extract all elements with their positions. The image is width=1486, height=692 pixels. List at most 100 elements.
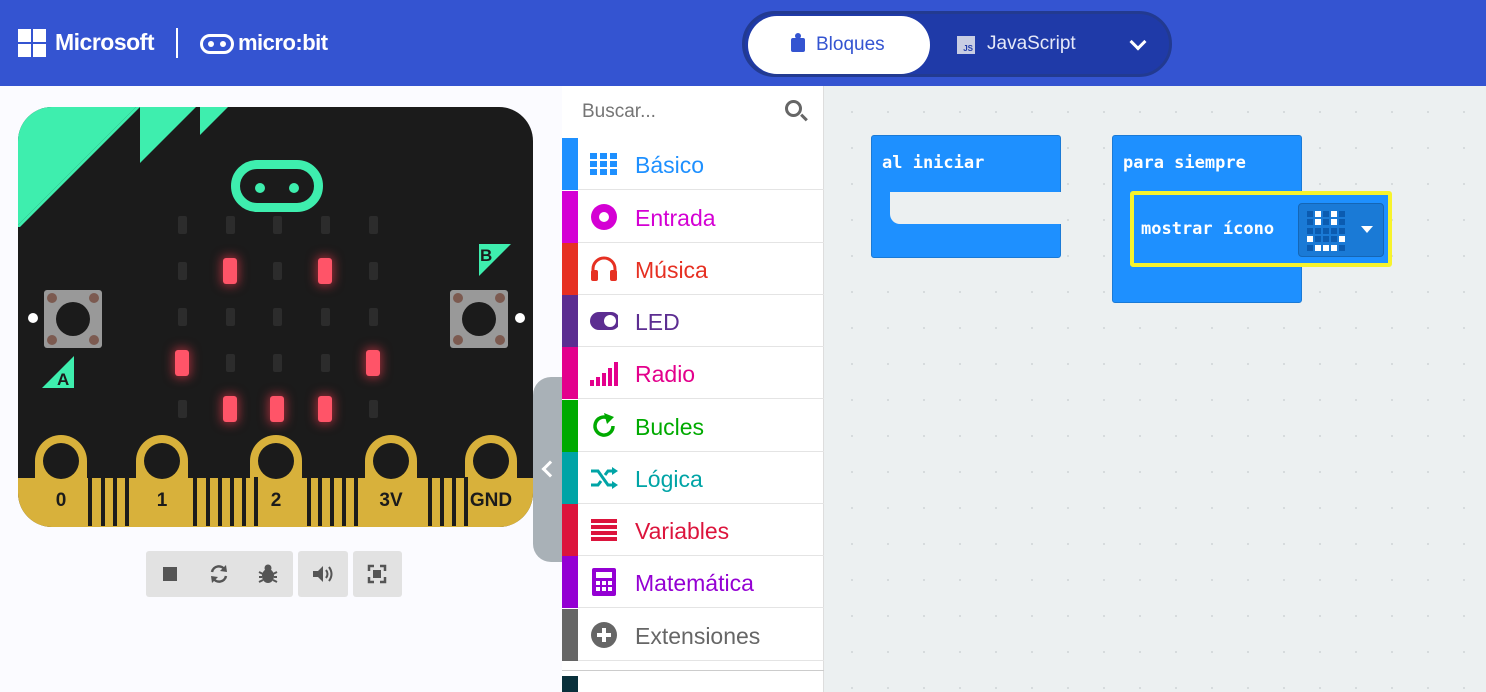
category-music[interactable]: Música <box>562 243 824 295</box>
icon-pixel <box>1307 227 1313 234</box>
grid-icon <box>590 150 618 178</box>
led-on <box>223 396 237 422</box>
fullscreen-icon <box>367 564 387 584</box>
led-on <box>318 396 332 422</box>
pin-label-0: 0 <box>55 490 67 511</box>
edge-connector-line <box>101 477 105 526</box>
icon-pixel <box>1331 244 1337 251</box>
edge-connector-line <box>428 477 432 526</box>
category-label: Entrada <box>635 205 716 231</box>
icon-dropdown[interactable] <box>1298 203 1384 257</box>
on-start-block[interactable]: al iniciar <box>871 135 1062 258</box>
caret-down-icon <box>1361 226 1373 233</box>
icon-pixel <box>1339 236 1345 243</box>
editor-toggle: Bloques JS JavaScript <box>742 11 1172 77</box>
search-icon[interactable] <box>785 100 802 117</box>
collapse-simulator-button[interactable] <box>533 377 562 562</box>
category-led[interactable]: LED <box>562 295 824 347</box>
tab-javascript[interactable]: JavaScript <box>987 33 1076 55</box>
icon-pixel <box>1339 219 1345 226</box>
led-off <box>368 308 378 326</box>
edge-connector-line <box>354 477 358 526</box>
edge-connector-line <box>230 477 234 526</box>
icon-pixel <box>1315 244 1321 251</box>
microbit-brand[interactable]: micro:bit <box>238 30 328 56</box>
simulator-controls <box>146 551 293 597</box>
chevron-left-icon <box>541 460 559 478</box>
led-on <box>318 258 332 284</box>
category-basic[interactable]: Básico <box>562 138 824 190</box>
category-logic[interactable]: Lógica <box>562 452 824 504</box>
led-off <box>272 262 282 280</box>
icon-pixel <box>1307 244 1313 251</box>
chevron-down-icon[interactable] <box>1129 33 1147 51</box>
toolbox-scroll-indicator <box>562 676 578 692</box>
led-off <box>368 216 378 234</box>
category-radio[interactable]: Radio <box>562 347 824 399</box>
edge-connector-line <box>206 477 210 526</box>
refresh-icon <box>590 412 618 440</box>
debug-button[interactable] <box>244 551 292 597</box>
led-on <box>366 350 380 376</box>
edge-connector-line <box>318 477 322 526</box>
edge-connector-line <box>193 477 197 526</box>
microbit-simulator: A B 0 1 2 3V GND <box>18 107 533 527</box>
icon-pixel <box>1323 236 1329 243</box>
led-off <box>177 262 187 280</box>
category-extensions[interactable]: Extensiones <box>562 609 824 661</box>
edge-connector-line <box>440 477 444 526</box>
button-a-indicator <box>28 313 38 323</box>
show-icon-block[interactable]: mostrar ícono <box>1130 191 1392 267</box>
led-off <box>272 216 282 234</box>
mute-button[interactable] <box>299 551 347 597</box>
button-b[interactable] <box>450 290 508 348</box>
restart-icon <box>210 565 228 583</box>
mute-control <box>298 551 348 597</box>
icon-pixel <box>1307 236 1313 243</box>
icon-pixel <box>1315 236 1321 243</box>
touch-logo[interactable] <box>231 160 323 212</box>
stop-button[interactable] <box>146 551 194 597</box>
icon-pixel <box>1315 211 1321 217</box>
category-math[interactable]: Matemática <box>562 556 824 608</box>
plus-circle-icon <box>590 621 618 649</box>
icon-preview <box>1307 211 1351 251</box>
toolbox-search <box>562 86 824 137</box>
icon-pixel <box>1315 219 1321 226</box>
edge-connector-line <box>464 477 468 526</box>
led-off <box>272 308 282 326</box>
stop-icon <box>163 567 177 581</box>
edge-connector-line <box>218 477 222 526</box>
led-off <box>368 400 378 418</box>
tab-blocks[interactable]: Bloques <box>748 16 930 74</box>
category-loops[interactable]: Bucles <box>562 400 824 452</box>
sound-icon <box>313 566 333 582</box>
header-divider <box>176 28 178 58</box>
button-a[interactable] <box>44 290 102 348</box>
search-input[interactable] <box>582 97 772 127</box>
icon-pixel <box>1307 211 1313 217</box>
show-icon-label: mostrar ícono <box>1141 219 1275 239</box>
led-on <box>175 350 189 376</box>
edge-connector-line <box>330 477 334 526</box>
category-variables[interactable]: Variables <box>562 504 824 556</box>
signal-icon <box>590 359 618 387</box>
microbit-logo-icon <box>200 34 234 54</box>
restart-button[interactable] <box>195 551 243 597</box>
tab-blocks-label: Bloques <box>816 34 885 55</box>
led-off <box>177 216 187 234</box>
category-label: Extensiones <box>635 623 761 649</box>
pin-label-gnd: GND <box>469 490 513 511</box>
icon-pixel <box>1315 227 1321 234</box>
led-off <box>368 262 378 280</box>
category-input[interactable]: Entrada <box>562 191 824 243</box>
javascript-icon: JS <box>957 36 975 54</box>
led-off <box>225 354 235 372</box>
icon-pixel <box>1323 227 1329 234</box>
icon-pixel <box>1323 211 1329 217</box>
forever-label: para siempre <box>1123 153 1246 173</box>
led-off <box>320 216 330 234</box>
fullscreen-button[interactable] <box>353 551 401 597</box>
icon-pixel <box>1339 211 1345 217</box>
led-off <box>177 400 187 418</box>
